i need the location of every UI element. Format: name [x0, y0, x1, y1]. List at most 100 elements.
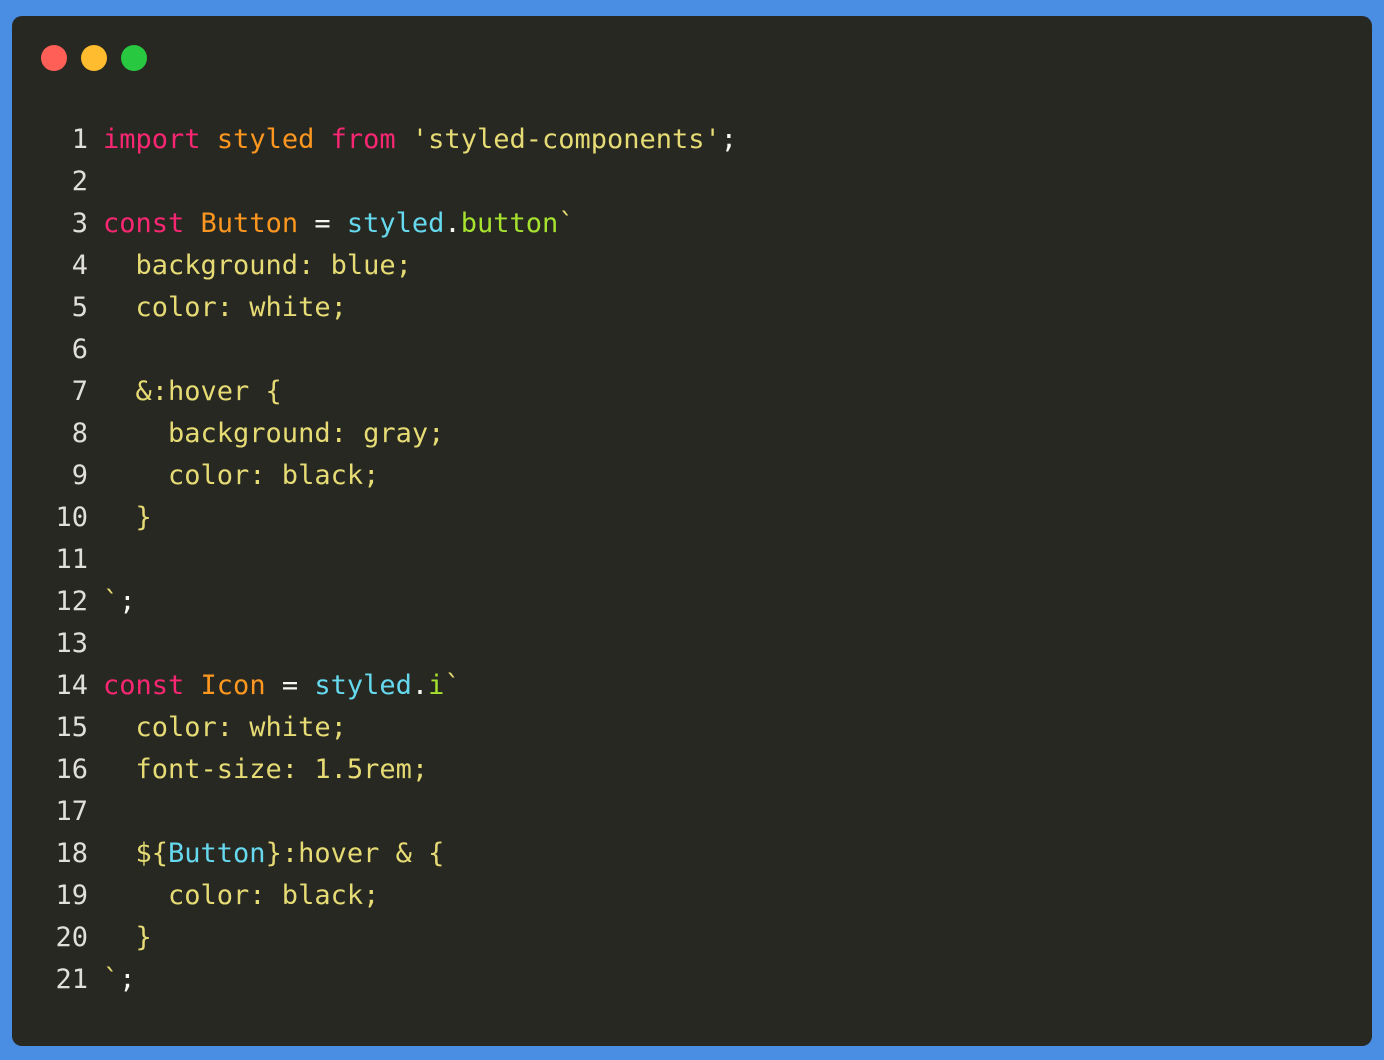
code-token: const	[103, 208, 185, 239]
code-token: i	[428, 670, 445, 701]
line-number: 13	[55, 628, 88, 659]
code-line: 1 import styled from 'styled-components';	[12, 119, 1372, 161]
code-line: 18 ${Button}:hover & {	[12, 833, 1372, 875]
line-source: const Button = styled.button`	[88, 203, 575, 245]
code-token: .	[411, 670, 429, 701]
window-controls	[41, 45, 147, 71]
code-line: 7 &:hover {	[12, 371, 1372, 413]
code-token: .	[444, 208, 461, 239]
code-token: ;	[119, 586, 136, 617]
line-source: color: black;	[88, 455, 379, 497]
line-source: }	[88, 917, 152, 959]
line-source: background: gray;	[88, 413, 444, 455]
code-token: Button	[200, 208, 299, 239]
line-number: 18	[55, 838, 88, 869]
code-token: color: white;	[103, 712, 347, 743]
line-number: 20	[55, 922, 88, 953]
code-token: from	[330, 124, 396, 155]
code-token: =	[265, 670, 315, 701]
line-number: 17	[55, 796, 88, 827]
code-token: button	[460, 208, 559, 239]
code-line: 10 }	[12, 497, 1372, 539]
line-source	[88, 539, 103, 581]
code-token: Button	[168, 838, 266, 869]
code-token: color: white;	[103, 292, 347, 323]
code-token: `	[558, 208, 575, 239]
code-token: }	[103, 922, 152, 953]
code-token: import	[103, 124, 201, 155]
maximize-dot[interactable]	[121, 45, 147, 71]
line-source: `;	[88, 959, 136, 1001]
line-number: 8	[71, 418, 88, 449]
code-token: background: gray;	[103, 418, 445, 449]
code-token: }	[103, 502, 152, 533]
code-line: 9 color: black;	[12, 455, 1372, 497]
code-line: 16 font-size: 1.5rem;	[12, 749, 1372, 791]
code-block: 1 import styled from 'styled-components';…	[12, 119, 1372, 1001]
code-token: }:hover & {	[265, 838, 445, 869]
code-token: color: black;	[103, 460, 380, 491]
code-line: 4 background: blue;	[12, 245, 1372, 287]
line-number: 15	[55, 712, 88, 743]
close-dot[interactable]	[41, 45, 67, 71]
code-line: 14 const Icon = styled.i`	[12, 665, 1372, 707]
line-source	[88, 329, 103, 371]
line-number: 4	[71, 250, 88, 281]
code-token: styled	[346, 208, 445, 239]
code-token: =	[298, 208, 347, 239]
code-line: 15 color: white;	[12, 707, 1372, 749]
line-source	[88, 623, 103, 665]
line-number: 2	[71, 166, 88, 197]
line-source: background: blue;	[88, 245, 412, 287]
code-token: `	[103, 964, 120, 995]
line-source	[88, 161, 103, 203]
line-number: 19	[55, 880, 88, 911]
line-source: }	[88, 497, 152, 539]
code-token: background: blue;	[103, 250, 412, 281]
code-line: 2	[12, 161, 1372, 203]
code-line: 12 `;	[12, 581, 1372, 623]
code-line: 19 color: black;	[12, 875, 1372, 917]
code-token: font-size: 1.5rem;	[103, 754, 429, 785]
code-line: 11	[12, 539, 1372, 581]
line-number: 1	[71, 124, 88, 155]
code-token: styled	[216, 124, 315, 155]
code-token: styled	[314, 670, 412, 701]
code-token: Icon	[200, 670, 266, 701]
code-token: `	[444, 670, 461, 701]
code-line: 5 color: white;	[12, 287, 1372, 329]
minimize-dot[interactable]	[81, 45, 107, 71]
code-window: 1 import styled from 'styled-components';…	[12, 16, 1372, 1046]
line-number: 5	[71, 292, 88, 323]
code-line: 21 `;	[12, 959, 1372, 1001]
line-source: color: white;	[88, 287, 347, 329]
line-number: 9	[71, 460, 88, 491]
code-token: color: black;	[103, 880, 380, 911]
line-source: color: white;	[88, 707, 347, 749]
line-source: ${Button}:hover & {	[88, 833, 445, 875]
code-token: const	[103, 670, 185, 701]
line-number: 3	[71, 208, 88, 239]
code-line: 17	[12, 791, 1372, 833]
line-number: 11	[55, 544, 88, 575]
line-number: 21	[55, 964, 88, 995]
line-number: 10	[55, 502, 88, 533]
code-line: 8 background: gray;	[12, 413, 1372, 455]
line-source: const Icon = styled.i`	[88, 665, 461, 707]
code-token: ;	[720, 124, 738, 155]
line-number: 7	[71, 376, 88, 407]
code-line: 3 const Button = styled.button`	[12, 203, 1372, 245]
line-number: 6	[71, 334, 88, 365]
code-token: `	[103, 586, 120, 617]
code-line: 13	[12, 623, 1372, 665]
code-token: ;	[119, 964, 136, 995]
code-token: ${	[103, 838, 169, 869]
line-number: 12	[55, 586, 88, 617]
line-source: `;	[88, 581, 136, 623]
code-line: 20 }	[12, 917, 1372, 959]
line-number: 14	[55, 670, 88, 701]
